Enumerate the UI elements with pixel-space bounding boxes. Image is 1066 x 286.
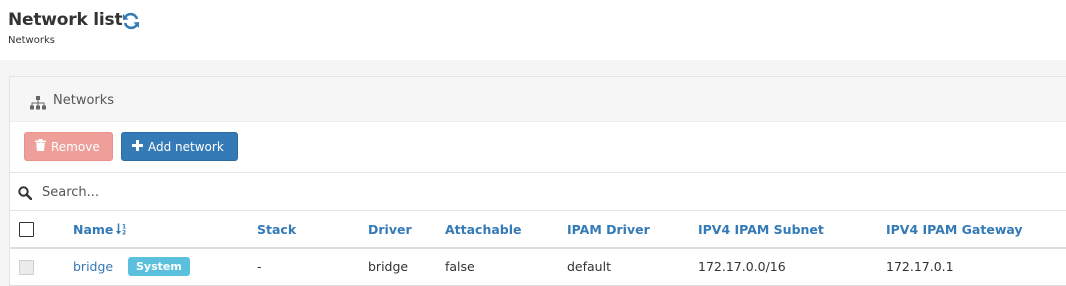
system-badge: System <box>128 257 190 276</box>
page-title: Network list <box>8 10 123 30</box>
refresh-icon[interactable] <box>121 11 141 31</box>
networks-panel: Networks Remove Add network Search... Na… <box>9 76 1066 286</box>
select-all-checkbox[interactable] <box>19 222 34 237</box>
column-header-attachable[interactable]: Attachable <box>445 222 522 237</box>
panel-heading: Networks <box>10 77 1066 122</box>
column-header-stack[interactable]: Stack <box>257 222 296 237</box>
search-icon <box>18 185 33 201</box>
cell-ipv4-subnet: 172.17.0.0/16 <box>698 259 786 274</box>
column-header-ipv4-gateway[interactable]: IPV4 IPAM Gateway <box>886 222 1023 237</box>
remove-button-label: Remove <box>51 139 100 154</box>
cell-driver: bridge <box>368 259 409 274</box>
table-header: Name 1 2 Stack Driver Attachable IPAM Dr… <box>10 211 1066 249</box>
sitemap-icon <box>30 95 46 110</box>
search-input[interactable] <box>42 181 542 203</box>
plus-icon <box>132 139 143 154</box>
column-header-driver[interactable]: Driver <box>368 222 412 237</box>
search-bar <box>10 172 1066 211</box>
page-header: Network list Networks <box>0 0 1066 60</box>
add-network-button-label: Add network <box>148 139 224 154</box>
column-header-name[interactable]: Name 1 2 <box>73 222 128 237</box>
cell-stack: - <box>257 259 262 274</box>
trash-icon <box>35 139 46 154</box>
column-header-ipam-driver[interactable]: IPAM Driver <box>567 222 650 237</box>
row-checkbox <box>19 260 34 275</box>
breadcrumb: Networks <box>8 35 55 46</box>
cell-attachable: false <box>445 259 475 274</box>
remove-button[interactable]: Remove <box>24 132 113 161</box>
sort-alpha-icon: 1 2 <box>116 223 128 237</box>
cell-ipv4-gateway: 172.17.0.1 <box>886 259 954 274</box>
column-header-ipv4-subnet[interactable]: IPV4 IPAM Subnet <box>698 222 824 237</box>
panel-title: Networks <box>53 93 115 108</box>
add-network-button[interactable]: Add network <box>121 132 238 161</box>
svg-text:2: 2 <box>122 230 126 236</box>
network-name-link[interactable]: bridge <box>73 259 113 274</box>
table-row: bridge System - bridge false default 172… <box>10 249 1066 286</box>
cell-ipam-driver: default <box>567 259 611 274</box>
